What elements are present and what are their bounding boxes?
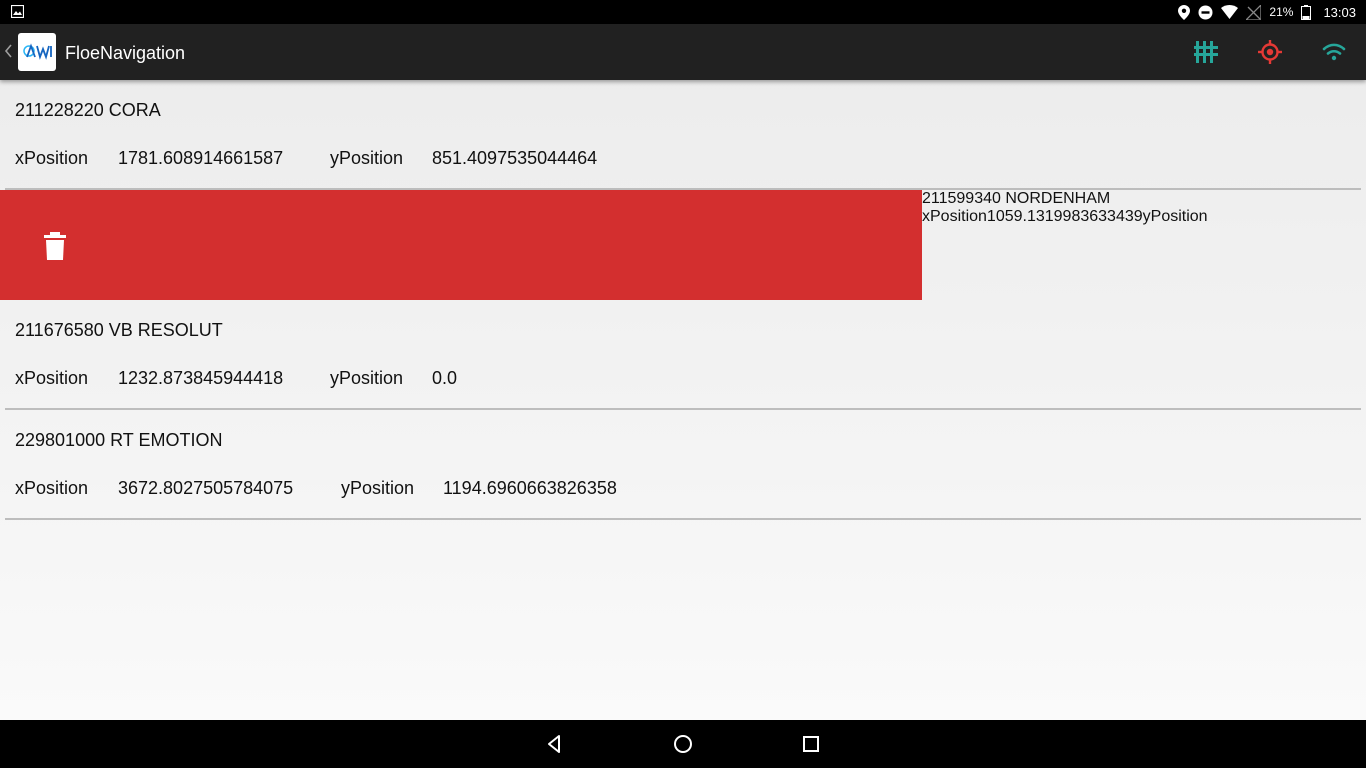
swiped-list-item[interactable]: 211599340 NORDENHAM xPosition1059.131998…	[0, 190, 1366, 300]
battery-icon	[1301, 4, 1312, 20]
wifi-icon	[1221, 5, 1239, 19]
do-not-disturb-icon	[1198, 5, 1213, 19]
ship-position: xPosition 3672.8027505784075 yPosition 1194…	[15, 478, 617, 499]
app-logo	[18, 33, 56, 71]
list-item[interactable]: 211228220 CORA xPosition 1781.60891466158…	[0, 80, 1366, 190]
ship-position: xPosition 1232.873845944418 yPosition 0.0	[15, 368, 457, 389]
list-item[interactable]: 211599340 NORDENHAM xPosition1059.131998…	[922, 190, 1366, 300]
x-position-label: xPosition	[15, 148, 89, 168]
recents-icon[interactable]	[799, 732, 823, 756]
x-position-value: 1781.608914661587	[118, 148, 284, 168]
home-icon[interactable]	[671, 732, 695, 756]
x-position-label: xPosition	[15, 368, 89, 388]
x-position-value: 3672.8027505784075	[118, 478, 294, 498]
ship-position: xPosition1059.1319983633439yPosition	[922, 208, 1366, 226]
wifi-status-button[interactable]	[1319, 37, 1349, 67]
no-signal-icon	[1246, 4, 1262, 20]
app-bar: FloeNavigation	[0, 24, 1366, 80]
status-bar: 21% 13:03	[0, 0, 1366, 24]
awi-logo-icon	[23, 43, 52, 60]
ship-list: 211228220 CORA xPosition 1781.60891466158…	[0, 80, 1366, 520]
battery-percent: 21%	[1269, 5, 1294, 19]
trash-icon[interactable]	[42, 232, 68, 260]
y-position-label: yPosition	[330, 368, 404, 388]
y-position-value: 851.4097535044464	[432, 148, 598, 168]
y-position-value: 1194.6960663826358	[443, 478, 617, 498]
y-position-label: yPosition	[330, 148, 404, 168]
ship-name: 211599340 NORDENHAM	[922, 190, 1111, 207]
ship-name: 211676580 VB RESOLUT	[15, 320, 223, 340]
list-item[interactable]: 211676580 VB RESOLUT xPosition 1232.87384…	[0, 300, 1366, 410]
system-nav-bar	[0, 720, 1366, 768]
x-position-label: xPosition	[922, 208, 987, 225]
divider	[5, 518, 1361, 520]
x-position-value: 1232.873845944418	[118, 368, 284, 388]
ship-name: 211228220 CORA	[15, 100, 161, 120]
back-icon[interactable]	[543, 732, 567, 756]
app-title: FloeNavigation	[65, 43, 186, 63]
sensor-settings-button[interactable]	[1191, 37, 1221, 67]
ship-position: xPosition 1781.608914661587 yPosition 851.4…	[15, 148, 597, 169]
y-position-label: yPosition	[341, 478, 415, 498]
x-position-label: xPosition	[15, 478, 89, 498]
list-item[interactable]: 229801000 RT EMOTION xPosition 3672.80275…	[0, 410, 1366, 520]
location-icon	[1178, 4, 1191, 20]
image-icon	[11, 5, 24, 18]
ship-name: 229801000 RT EMOTION	[15, 430, 223, 450]
swipe-delete-background[interactable]	[0, 190, 922, 300]
x-position-value: 1059.1319983633439	[986, 208, 1143, 225]
gps-target-button[interactable]	[1255, 37, 1285, 67]
back-chevron-icon[interactable]	[3, 43, 13, 59]
wifi-status-icon	[1322, 43, 1346, 61]
status-clock: 13:03	[1323, 4, 1356, 20]
y-position-label: yPosition	[1142, 208, 1208, 225]
gps-target-icon	[1258, 40, 1282, 64]
y-position-value: 0.0	[432, 368, 458, 388]
sensor-settings-icon	[1194, 41, 1218, 63]
